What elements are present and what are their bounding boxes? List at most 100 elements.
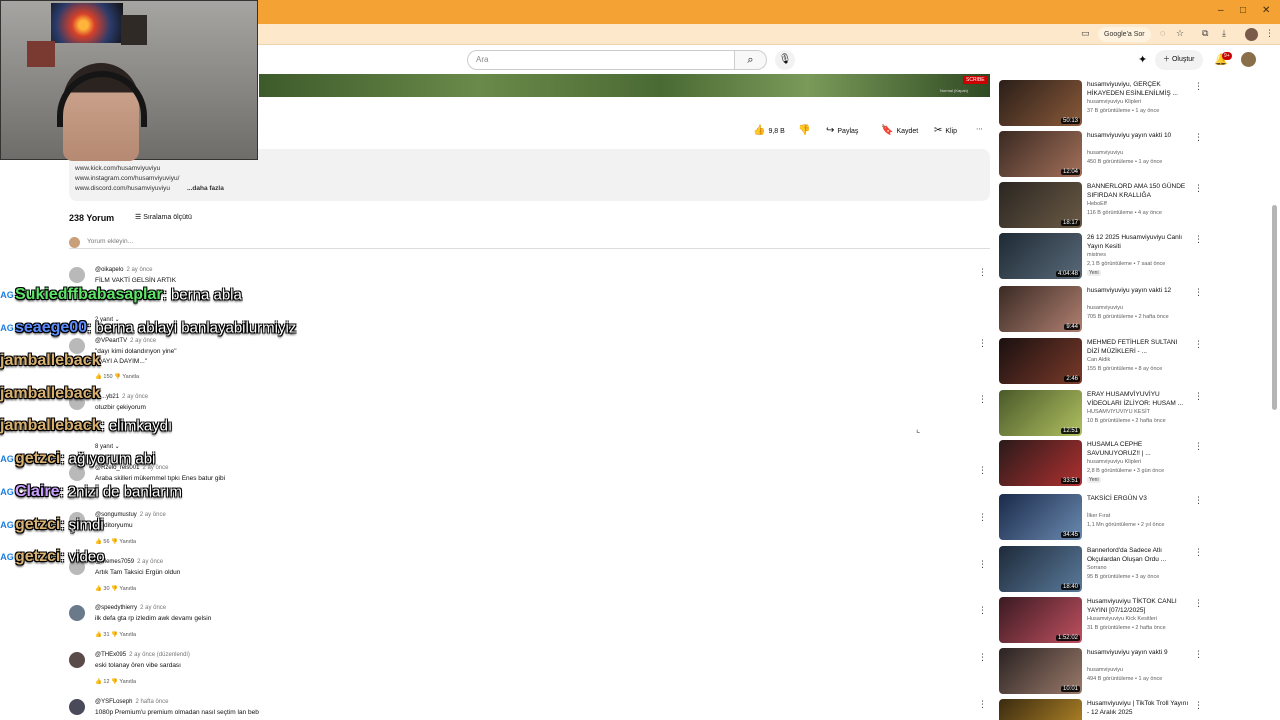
eye-off-icon[interactable]: ◌ — [1160, 28, 1165, 38]
recommended-video[interactable]: 50:13 husamviyuviyu, GERÇEK HİKAYEDEN ESİ… — [999, 80, 1209, 128]
channel-name[interactable]: husamviyuviyu Klipleri — [1087, 99, 1141, 105]
thumbs-down-icon[interactable]: 👎 — [110, 679, 120, 685]
video-menu-icon[interactable]: ⋮ — [1194, 547, 1203, 558]
search-button[interactable]: ⌕ — [735, 50, 767, 70]
reply-button[interactable]: Yanıtla — [119, 539, 136, 545]
recommended-video[interactable]: 9:44 husamviyuviyu yayın vakti 12 husamviy… — [999, 286, 1209, 334]
recommended-video[interactable]: 18:17 BANNERLORD AMA 150 GÜNDE SIFIRDAN K… — [999, 182, 1209, 230]
avatar[interactable] — [69, 267, 85, 283]
video-title[interactable]: husamviyuviyu yayın vakti 9 — [1087, 648, 1191, 657]
channel-name[interactable]: HeboEff — [1087, 201, 1107, 207]
video-title[interactable]: husamviyuviyu yayın vakti 10 — [1087, 131, 1191, 140]
video-thumbnail[interactable]: 12:51 — [999, 390, 1082, 436]
thumbs-down-icon[interactable]: 👎 — [113, 374, 123, 380]
download-icon[interactable]: ⤓ — [1222, 28, 1226, 39]
video-title[interactable]: TAKSİCİ ERGÜN V3 — [1087, 494, 1191, 503]
voice-search-button[interactable]: 🎙 — [775, 50, 795, 70]
thumbs-down-icon[interactable]: 👎 — [110, 586, 120, 592]
comment-menu-icon[interactable]: ⋮ — [978, 267, 987, 278]
video-player[interactable] — [259, 74, 990, 97]
add-comment-field[interactable]: Yorum ekleyin... — [69, 237, 990, 249]
clip-button[interactable]: ✂ Klip — [934, 125, 957, 139]
recommended-video[interactable]: 12:51 ERAY HUSAMVİYUVİYU VİDEOLARI İZLİYO… — [999, 390, 1209, 438]
video-thumbnail[interactable]: 2:46 — [999, 338, 1082, 384]
recommended-video[interactable]: 12:04 husamviyuviyu yayın vakti 10 husamvi… — [999, 131, 1209, 179]
video-thumbnail[interactable]: 18:40 — [999, 546, 1082, 592]
comment-menu-icon[interactable]: ⋮ — [978, 699, 987, 710]
comment-menu-icon[interactable]: ⋮ — [978, 652, 987, 663]
video-title[interactable]: MEHMED FETİHLER SULTANI DİZİ MÜZİKLERİ -… — [1087, 338, 1191, 356]
video-title[interactable]: BANNERLORD AMA 150 GÜNDE SIFIRDAN KRALLI… — [1087, 182, 1191, 200]
more-actions-button[interactable]: ⋯ — [976, 125, 983, 139]
reply-button[interactable]: Yanıtla — [119, 679, 136, 685]
video-thumbnail[interactable]: 12:04 — [999, 131, 1082, 177]
comment-author[interactable]: @speedythierry 2 ay önce — [95, 605, 166, 611]
menu-icon[interactable]: ⋮ — [1265, 28, 1274, 39]
recommended-video[interactable]: 4:04:48 26 12 2025 Husamviyuviyu Canlı Ya… — [999, 233, 1209, 281]
comment-menu-icon[interactable]: ⋮ — [978, 512, 987, 523]
profile-avatar[interactable] — [1245, 28, 1258, 41]
page-scrollbar[interactable] — [1272, 205, 1277, 410]
video-menu-icon[interactable]: ⋮ — [1194, 649, 1203, 660]
comment-menu-icon[interactable]: ⋮ — [978, 338, 987, 349]
video-thumbnail[interactable]: 1:52:02 — [999, 597, 1082, 643]
avatar[interactable] — [69, 605, 85, 621]
channel-name[interactable]: Can Aldik — [1087, 357, 1110, 363]
recommended-video[interactable]: Husamviyuviyu | TikTok Troll Yayını - 12… — [999, 699, 1209, 720]
channel-name[interactable]: husamviyuviyu — [1087, 667, 1123, 673]
google-ask-chip[interactable]: Google'a Sor — [1098, 27, 1151, 42]
comment-menu-icon[interactable]: ⋮ — [978, 465, 987, 476]
channel-name[interactable]: husamviyuviyu — [1087, 150, 1123, 156]
dislike-button[interactable]: 👎 — [798, 125, 813, 139]
comment-menu-icon[interactable]: ⋮ — [978, 394, 987, 405]
channel-name[interactable]: Husamviyuviyu Kick Kesitleri — [1087, 616, 1157, 622]
description-link[interactable]: www.discord.com/husamviyuviyu — [75, 185, 170, 192]
recommended-video[interactable]: 33:51 HUSAMLA CEPHE SAVUNUYORUZ!! | ... hu… — [999, 440, 1209, 488]
channel-name[interactable]: mistnes — [1087, 252, 1106, 258]
description-link[interactable]: www.instagram.com/husamviyuviyu/ — [75, 175, 179, 182]
video-thumbnail[interactable]: 34:45 — [999, 494, 1082, 540]
comment-menu-icon[interactable]: ⋮ — [978, 605, 987, 616]
video-title[interactable]: ERAY HUSAMVİYUVİYU VİDEOLARI İZLİYOR: HU… — [1087, 390, 1191, 408]
show-more-link[interactable]: ...daha fazla — [187, 185, 224, 192]
cast-icon[interactable]: ▭ — [1081, 28, 1090, 39]
thumbs-down-icon[interactable]: 👎 — [110, 632, 120, 638]
video-title[interactable]: husamviyuviyu, GERÇEK HİKAYEDEN ESİNLENİ… — [1087, 80, 1191, 98]
replies-toggle[interactable]: 8 yanıt ⌄ — [95, 443, 120, 450]
video-subscribe-overlay[interactable]: SCRIBE — [963, 76, 988, 84]
video-menu-icon[interactable]: ⋮ — [1194, 287, 1203, 298]
sort-button[interactable]: ☰ Sıralama ölçütü — [135, 213, 192, 221]
cast-icon[interactable]: ✦ — [1138, 53, 1147, 66]
video-thumbnail[interactable]: 18:17 — [999, 182, 1082, 228]
close-window-button[interactable]: ✕ — [1262, 5, 1270, 16]
video-title[interactable]: HUSAMLA CEPHE SAVUNUYORUZ!! | ... — [1087, 440, 1191, 458]
reply-button[interactable]: Yanıtla — [122, 374, 139, 380]
save-button[interactable]: 🔖 Kaydet — [881, 125, 918, 139]
avatar[interactable] — [69, 652, 85, 668]
video-menu-icon[interactable]: ⋮ — [1194, 339, 1203, 350]
video-thumbnail[interactable]: 33:51 — [999, 440, 1082, 486]
video-menu-icon[interactable]: ⋮ — [1194, 234, 1203, 245]
video-menu-icon[interactable]: ⋮ — [1194, 391, 1203, 402]
video-thumbnail[interactable]: 10:01 — [999, 648, 1082, 694]
recommended-video[interactable]: 10:01 husamviyuviyu yayın vakti 9 husamviy… — [999, 648, 1209, 696]
video-thumbnail[interactable]: 50:13 — [999, 80, 1082, 126]
search-input[interactable]: Ara — [467, 50, 735, 70]
video-thumbnail[interactable] — [999, 699, 1082, 720]
recommended-video[interactable]: 1:52:02 Husamviyuviyu TİKTOK CANLI YAYINI… — [999, 597, 1209, 645]
video-menu-icon[interactable]: ⋮ — [1194, 441, 1203, 452]
channel-name[interactable]: İlker Fırat — [1087, 513, 1110, 519]
comment-menu-icon[interactable]: ⋮ — [978, 559, 987, 570]
maximize-button[interactable]: □ — [1240, 5, 1246, 16]
comment-author[interactable]: @YSFLoseph 2 hafta önce — [95, 699, 168, 705]
channel-name[interactable]: husamviyuviyu — [1087, 305, 1123, 311]
video-title[interactable]: husamviyuviyu yayın vakti 12 — [1087, 286, 1191, 295]
reply-button[interactable]: Yanıtla — [119, 632, 136, 638]
recommended-video[interactable]: 34:45 TAKSİCİ ERGÜN V3 İlker Fırat 1,1 Mn g… — [999, 494, 1209, 542]
avatar[interactable] — [69, 699, 85, 715]
thumbs-down-icon[interactable]: 👎 — [110, 539, 120, 545]
share-button[interactable]: ↪ Paylaş — [826, 125, 858, 139]
description-link[interactable]: www.kick.com/husamviyuviyu — [75, 165, 160, 172]
video-menu-icon[interactable]: ⋮ — [1194, 183, 1203, 194]
video-menu-icon[interactable]: ⋮ — [1194, 495, 1203, 506]
